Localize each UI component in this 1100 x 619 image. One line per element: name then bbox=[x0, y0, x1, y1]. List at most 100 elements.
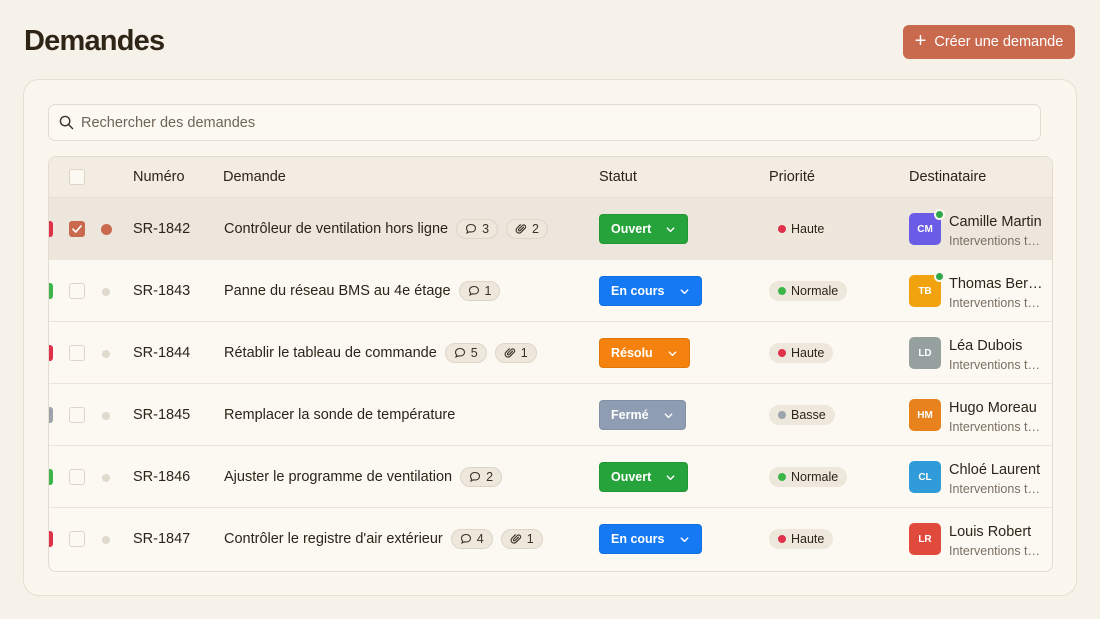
request-title[interactable]: Remplacer la sonde de température bbox=[224, 407, 455, 423]
priority-label: Normale bbox=[791, 284, 839, 298]
row-checkbox[interactable] bbox=[69, 469, 85, 485]
assignee-name[interactable]: Louis Robert bbox=[949, 524, 1043, 540]
status-label: En cours bbox=[611, 284, 665, 298]
table-row[interactable]: SR-1847 Contrôler le registre d'air extér… bbox=[49, 508, 1052, 570]
status-dropdown[interactable]: Ouvert bbox=[599, 214, 689, 244]
comment-icon bbox=[454, 347, 465, 359]
request-title[interactable]: Ajuster le programme de ventilation bbox=[224, 469, 452, 485]
priority-indicator-bar bbox=[49, 469, 53, 485]
assignee-name[interactable]: Chloé Laurent bbox=[949, 462, 1043, 478]
priority-indicator-bar bbox=[49, 283, 53, 299]
status-dropdown[interactable]: Fermé bbox=[599, 400, 686, 430]
comment-icon bbox=[460, 533, 471, 545]
request-number[interactable]: SR-1842 bbox=[133, 221, 190, 237]
row-checkbox[interactable] bbox=[69, 345, 85, 361]
priority-label: Haute bbox=[791, 222, 825, 236]
priority-indicator-bar bbox=[49, 221, 53, 237]
unread-dot bbox=[102, 536, 110, 544]
table-header: Numéro Demande Statut Priorité Destinata… bbox=[49, 157, 1052, 198]
unread-dot bbox=[102, 350, 110, 358]
attachment-count: 1 bbox=[526, 532, 534, 546]
column-header-request[interactable]: Demande bbox=[223, 169, 286, 185]
request-title[interactable]: Contrôler le registre d'air extérieur bbox=[224, 531, 443, 547]
request-title[interactable]: Rétablir le tableau de commande bbox=[224, 345, 437, 361]
status-dropdown[interactable]: En cours bbox=[599, 524, 702, 554]
row-checkbox[interactable] bbox=[69, 221, 85, 237]
requests-table: Numéro Demande Statut Priorité Destinata… bbox=[48, 156, 1053, 572]
paperclip-icon bbox=[504, 348, 515, 358]
request-title[interactable]: Panne du réseau BMS au 4e étage bbox=[224, 283, 451, 299]
comment-count-chip[interactable]: 5 bbox=[444, 343, 487, 363]
chevron-down-icon bbox=[664, 412, 672, 418]
column-header-number[interactable]: Numéro bbox=[133, 169, 185, 185]
table-row[interactable]: SR-1842 Contrôleur de ventilation hors li… bbox=[49, 198, 1052, 260]
status-dropdown[interactable]: En cours bbox=[599, 276, 702, 306]
attachment-count: 1 bbox=[520, 346, 528, 360]
assignee-name[interactable]: Thomas Bernard bbox=[949, 276, 1043, 292]
unread-dot bbox=[102, 288, 110, 296]
search-input[interactable] bbox=[81, 114, 981, 131]
table-row[interactable]: SR-1846 Ajuster le programme de ventilati… bbox=[49, 446, 1052, 508]
table-row[interactable]: SR-1845 Remplacer la sonde de température… bbox=[49, 384, 1052, 446]
comment-count-chip[interactable]: 2 bbox=[460, 467, 503, 487]
row-checkbox[interactable] bbox=[69, 531, 85, 547]
avatar-initials: LR bbox=[918, 533, 932, 545]
column-header-priority[interactable]: Priorité bbox=[769, 169, 815, 185]
request-number[interactable]: SR-1844 bbox=[133, 345, 190, 361]
avatar[interactable]: LD bbox=[909, 337, 941, 369]
comment-count-chip[interactable]: 3 bbox=[456, 219, 499, 239]
search-bar[interactable] bbox=[48, 104, 1041, 141]
avatar-initials: CM bbox=[917, 223, 933, 235]
unread-dot bbox=[102, 474, 110, 482]
column-header-status[interactable]: Statut bbox=[599, 169, 637, 185]
attachment-count-chip[interactable]: 1 bbox=[494, 343, 537, 363]
request-title[interactable]: Contrôleur de ventilation hors ligne bbox=[224, 221, 448, 237]
avatar[interactable]: LR bbox=[909, 523, 941, 555]
assignee-name[interactable]: Hugo Moreau bbox=[949, 400, 1043, 416]
comment-count-chip[interactable]: 1 bbox=[458, 281, 501, 301]
request-number[interactable]: SR-1845 bbox=[133, 407, 190, 423]
status-label: Ouvert bbox=[611, 222, 652, 236]
create-request-button[interactable]: + Créer une demande bbox=[903, 25, 1075, 59]
comment-count-chip[interactable]: 4 bbox=[450, 529, 493, 549]
assignee-name[interactable]: Léa Dubois bbox=[949, 338, 1043, 354]
row-checkbox[interactable] bbox=[69, 407, 85, 423]
attachment-count-chip[interactable]: 2 bbox=[506, 219, 548, 239]
priority-indicator-bar bbox=[49, 407, 53, 423]
avatar-initials: HM bbox=[917, 409, 933, 421]
comment-icon bbox=[466, 223, 477, 235]
priority-label: Haute bbox=[791, 346, 825, 360]
avatar-initials: TB bbox=[918, 285, 932, 297]
priority-label: Basse bbox=[791, 408, 826, 422]
table-row[interactable]: SR-1844 Rétablir le tableau de commande 5 1… bbox=[49, 322, 1052, 384]
priority-badge: Basse bbox=[769, 405, 835, 425]
comment-icon bbox=[470, 471, 481, 483]
attachment-count: 2 bbox=[532, 222, 539, 236]
attachment-count-chip[interactable]: 1 bbox=[500, 529, 543, 549]
request-number[interactable]: SR-1843 bbox=[133, 283, 190, 299]
priority-label: Haute bbox=[791, 532, 825, 546]
column-header-assignee[interactable]: Destinataire bbox=[909, 169, 986, 185]
create-request-label: Créer une demande bbox=[934, 34, 1064, 50]
select-all-checkbox[interactable] bbox=[69, 169, 85, 185]
online-status-dot bbox=[934, 209, 945, 220]
avatar[interactable]: CL bbox=[909, 461, 941, 493]
status-dropdown[interactable]: Ouvert bbox=[599, 462, 689, 492]
chevron-down-icon bbox=[680, 288, 688, 294]
request-number[interactable]: SR-1847 bbox=[133, 531, 190, 547]
assignee-team: Interventions techniques bbox=[949, 544, 1043, 558]
chevron-down-icon bbox=[680, 536, 688, 542]
status-dropdown[interactable]: Résolu bbox=[599, 338, 690, 368]
row-checkbox[interactable] bbox=[69, 283, 85, 299]
table-row[interactable]: SR-1843 Panne du réseau BMS au 4e étage 1 E… bbox=[49, 260, 1052, 322]
assignee-name[interactable]: Camille Martin bbox=[949, 214, 1043, 230]
requests-panel: Numéro Demande Statut Priorité Destinata… bbox=[23, 79, 1077, 596]
avatar[interactable]: HM bbox=[909, 399, 941, 431]
avatar[interactable]: TB bbox=[909, 271, 945, 307]
request-number[interactable]: SR-1846 bbox=[133, 469, 190, 485]
avatar[interactable]: CM bbox=[909, 209, 945, 245]
comment-count: 2 bbox=[486, 470, 494, 484]
status-label: Fermé bbox=[611, 408, 649, 422]
avatar-initials: LD bbox=[918, 347, 932, 359]
paperclip-icon bbox=[510, 534, 521, 544]
